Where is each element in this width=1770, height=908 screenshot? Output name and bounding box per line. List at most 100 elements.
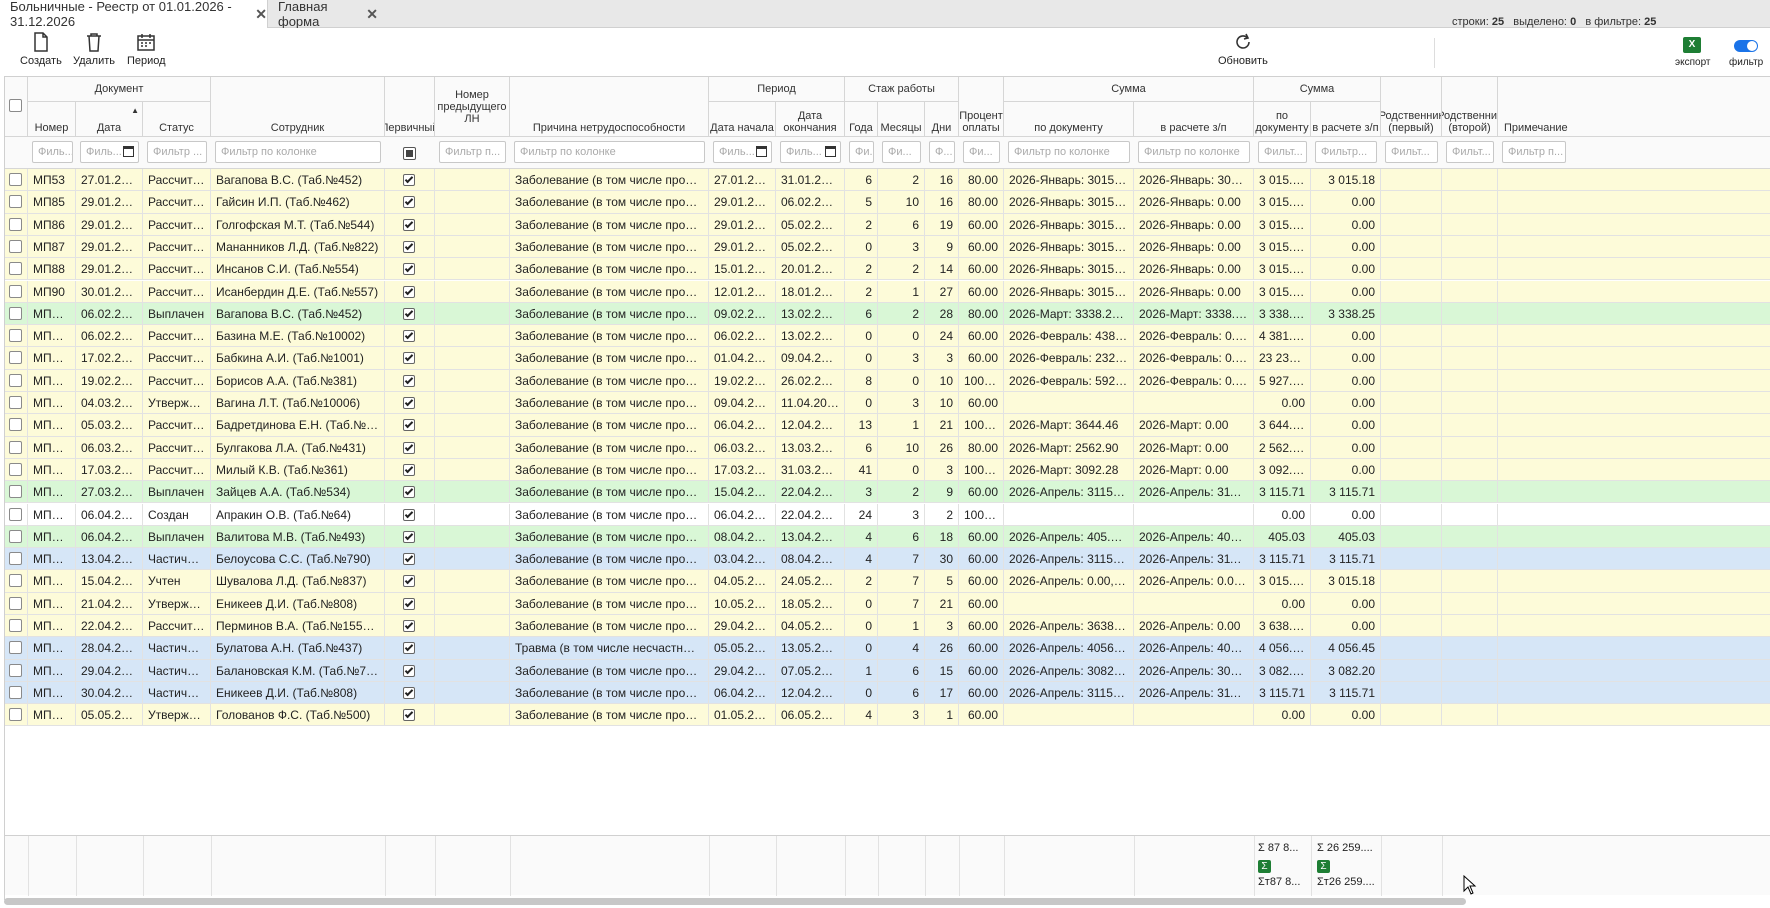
primary-checkbox[interactable] (403, 463, 415, 476)
filter-date-end[interactable]: Филь... (780, 141, 841, 163)
table-row[interactable]: МП90 30.01.2026 Рассчитан Исанбердин Д.Е. (… (5, 280, 1770, 303)
header-days[interactable]: Дни (925, 102, 959, 137)
primary-checkbox[interactable] (403, 508, 415, 521)
row-checkbox[interactable] (9, 195, 22, 209)
row-checkbox[interactable] (9, 418, 22, 432)
table-row[interactable]: МП333 21.04.2026 Утвержден Еникеев Д.И. (Та… (5, 592, 1770, 615)
row-checkbox[interactable] (9, 574, 22, 588)
filter-toggle[interactable] (1734, 40, 1758, 52)
filter-relative-first[interactable]: Фильт... (1385, 141, 1438, 163)
tab-main-form[interactable]: Главная форма ✕ (268, 0, 378, 29)
filter-sum-by-doc[interactable]: Фильтр по колонке (1008, 141, 1130, 163)
row-checkbox[interactable] (9, 284, 22, 298)
table-row[interactable]: МП208 17.03.2026 Рассчитан Милый К.В. (Таб.… (5, 458, 1770, 482)
header-reason[interactable]: Причина нетрудоспособности (510, 77, 709, 137)
select-all-checkbox[interactable] (9, 99, 22, 112)
header-prev-ln[interactable]: Номер предыдущего ЛН (435, 77, 510, 137)
filter-primary-checkbox[interactable] (403, 147, 416, 160)
filter-sum2-by-doc[interactable]: Фильт... (1258, 141, 1307, 163)
row-checkbox[interactable] (9, 306, 22, 320)
table-row[interactable]: МП162 19.02.2026 Рассчитан Борисов А.А. (Та… (5, 369, 1770, 392)
primary-checkbox[interactable] (403, 263, 415, 276)
header-relative-second[interactable]: Родственник (второй) (1442, 77, 1498, 137)
table-row[interactable]: МП356 29.04.2026 Частично... Балановская К.… (5, 659, 1770, 682)
row-checkbox[interactable] (9, 373, 22, 387)
row-checkbox[interactable] (9, 641, 22, 655)
primary-checkbox[interactable] (403, 218, 415, 231)
primary-checkbox[interactable] (403, 686, 415, 699)
refresh-button[interactable]: Обновить (1218, 32, 1268, 67)
filter-years[interactable]: Фи... (849, 141, 874, 163)
table-row[interactable]: МП295 15.04.2026 Учтен Шувалова Л.Д. (Таб.№… (5, 570, 1770, 593)
row-checkbox[interactable] (9, 552, 22, 566)
primary-checkbox[interactable] (403, 374, 415, 387)
filter-percent[interactable]: Фи... (963, 141, 1000, 163)
row-checkbox[interactable] (9, 596, 22, 610)
primary-checkbox[interactable] (403, 441, 415, 454)
primary-checkbox[interactable] (403, 709, 415, 722)
table-row[interactable]: МП87 29.01.2026 Рассчитан Мананников Л.Д. (… (5, 235, 1770, 259)
primary-checkbox[interactable] (403, 285, 415, 298)
filter-number[interactable]: Филь... (32, 141, 73, 163)
table-row[interactable]: МП103 06.02.2026 Рассчитан Базина М.Е. (Таб… (5, 325, 1770, 348)
row-checkbox[interactable] (9, 507, 22, 521)
row-checkbox[interactable] (9, 351, 22, 365)
calendar-icon[interactable] (123, 146, 134, 157)
filter-prev-ln[interactable]: Фильтр п... (439, 141, 506, 163)
primary-checkbox[interactable] (403, 642, 415, 655)
table-row[interactable]: МП86 29.01.2026 Рассчитан Голгофская М.Т. (… (5, 213, 1770, 236)
primary-checkbox[interactable] (403, 330, 415, 343)
header-years[interactable]: Года (845, 102, 878, 137)
header-sum2-in-calc[interactable]: в расчете з/п (1311, 102, 1381, 137)
row-checkbox[interactable] (9, 529, 22, 543)
primary-checkbox[interactable] (403, 174, 415, 186)
header-primary[interactable]: Первичный (385, 77, 435, 137)
delete-button[interactable]: Удалить (73, 32, 115, 67)
table-row[interactable]: МП88 29.01.2026 Рассчитан Инсанов С.И. (Таб… (5, 258, 1770, 281)
table-row[interactable]: МП273 06.04.2026 Создан Апракин О.В. (Таб.№… (5, 503, 1770, 526)
table-row[interactable]: МП246 27.03.2026 Выплачен Зайцев А.А. (Таб.… (5, 481, 1770, 504)
row-checkbox[interactable] (9, 663, 22, 677)
header-relative-first[interactable]: Родственник (первый) (1381, 77, 1442, 137)
header-percent[interactable]: Процент оплаты (959, 77, 1004, 137)
primary-checkbox[interactable] (403, 530, 415, 543)
row-checkbox[interactable] (9, 462, 22, 476)
row-checkbox[interactable] (9, 173, 22, 186)
filter-note[interactable]: Фильтр п... (1502, 141, 1566, 163)
header-date-end[interactable]: Дата окончания (776, 102, 845, 137)
row-checkbox[interactable] (9, 329, 22, 343)
primary-checkbox[interactable] (403, 307, 415, 320)
export-label[interactable]: экспорт (1675, 57, 1711, 68)
excel-icon[interactable]: X (1683, 37, 1701, 53)
filter-status[interactable]: Фильтр ... (147, 141, 207, 163)
table-row[interactable]: МП334 22.04.2026 Рассчитан Перминов В.А. (Т… (5, 615, 1770, 638)
primary-checkbox[interactable] (403, 575, 415, 588)
primary-checkbox[interactable] (403, 397, 415, 409)
primary-checkbox[interactable] (403, 664, 415, 677)
filter-date-start[interactable]: Филь... (713, 141, 772, 163)
row-checkbox[interactable] (9, 217, 22, 231)
filter-months[interactable]: Фи... (882, 141, 921, 163)
row-checkbox[interactable] (9, 440, 22, 454)
horizontal-scrollbar[interactable] (4, 898, 1466, 905)
header-date[interactable]: Дата ▲ (76, 102, 143, 137)
table-row[interactable]: МП360 05.05.2026 Утвержден Голованов Ф.С. (… (5, 704, 1770, 727)
row-checkbox[interactable] (9, 619, 22, 632)
sigma-icon[interactable]: Σ (1317, 860, 1330, 873)
row-checkbox[interactable] (9, 396, 22, 409)
filter-reason[interactable]: Фильтр по колонке (514, 141, 705, 163)
row-checkbox[interactable] (9, 685, 22, 699)
tab-registry[interactable]: Больничные - Реестр от 01.01.2026 - 31.1… (0, 0, 268, 29)
table-row[interactable]: МП195 06.04.2026 Выплачен Валитова М.В. (Та… (5, 525, 1770, 549)
table-row[interactable]: МП255 13.04.2026 Частично... Белоусова С.С.… (5, 548, 1770, 571)
sigma-icon[interactable]: Σ (1258, 860, 1271, 873)
primary-checkbox[interactable] (403, 352, 415, 365)
primary-checkbox[interactable] (403, 196, 415, 209)
row-checkbox[interactable] (9, 239, 22, 253)
header-date-start[interactable]: Дата начала (709, 102, 776, 137)
table-row[interactable]: МП53 27.01.2026 Рассчитан Вагапова В.С. (Та… (5, 169, 1770, 192)
calendar-icon[interactable] (756, 146, 767, 157)
table-row[interactable]: МП161 06.03.2026 Рассчитан Булгакова Л.А. (… (5, 436, 1770, 459)
primary-checkbox[interactable] (403, 553, 415, 566)
close-icon[interactable]: ✕ (366, 6, 378, 23)
